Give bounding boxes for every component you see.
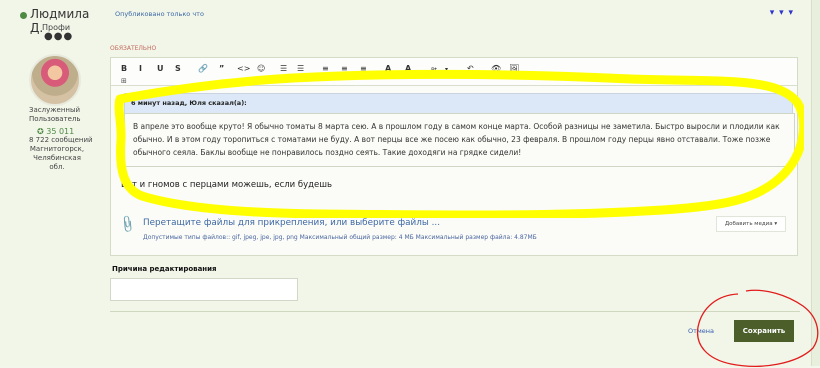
align-right-icon[interactable]: ≡: [360, 64, 367, 73]
add-media-button[interactable]: Добавить медиа ▾: [716, 216, 786, 232]
avatar[interactable]: [29, 54, 81, 106]
text-color-icon[interactable]: A: [385, 64, 391, 73]
edit-reason-input[interactable]: [110, 278, 298, 301]
user-status: Заслуженный Пользователь: [29, 106, 81, 123]
align-center-icon[interactable]: ≡: [341, 64, 348, 73]
attach-files-link[interactable]: Перетащите файлы для прикрепления, или в…: [143, 218, 440, 228]
align-left-icon[interactable]: ≡: [322, 64, 329, 73]
save-button[interactable]: Сохранить: [734, 320, 794, 342]
editor-toolbar: B I U S 🔗 ” <> ☺ ☰ ☰ ≡ ≡ ≡ A A Pt ▾ ↶ 👁 …: [111, 58, 797, 86]
user-score: ✪ 35 011: [37, 127, 75, 136]
page-scroll-edge: [811, 0, 820, 366]
edit-reason-label: Причина редактирования: [112, 265, 217, 273]
attach-file-rules: Допустимые типы файлов:: gif, jpeg, jpe,…: [143, 234, 537, 241]
code-icon[interactable]: <>: [237, 64, 250, 73]
underline-icon[interactable]: U: [157, 64, 164, 73]
quote-icon[interactable]: ”: [219, 64, 224, 73]
font-size-icon[interactable]: Pt: [431, 67, 437, 74]
chevron-down-icon[interactable]: ▾: [445, 66, 448, 73]
emoji-icon[interactable]: ☺: [257, 64, 265, 73]
user-location: Магнитогорск, Челябинская обл.: [29, 145, 85, 171]
background-color-icon[interactable]: A: [405, 64, 411, 73]
undo-icon[interactable]: ↶: [467, 64, 474, 73]
online-status-icon: [20, 12, 27, 19]
post-menu-icon[interactable]: ▾ ▾ ▾: [770, 8, 794, 18]
bullet-list-icon[interactable]: ☰: [280, 64, 287, 73]
image-icon[interactable]: 🖼: [509, 64, 519, 73]
form-divider: [110, 311, 800, 312]
strikethrough-icon[interactable]: S: [175, 64, 181, 73]
quoted-text: В апреле это вообще круто! Я обычно тома…: [124, 113, 795, 167]
required-label: ОБЯЗАТЕЛЬНО: [110, 45, 157, 52]
post-time[interactable]: Опубликовано только что: [115, 10, 204, 18]
user-rank-dots: ●●●: [44, 31, 74, 42]
quote-drag-handle-icon[interactable]: ⊞: [121, 77, 127, 85]
quote-header: 6 минут назад, Юля сказал(а):: [124, 93, 793, 114]
user-profile-column: Людмила Д. Профи ●●● Заслуженный Пользов…: [0, 0, 100, 366]
preview-icon[interactable]: 👁: [491, 64, 501, 73]
italic-icon[interactable]: I: [139, 64, 142, 73]
numbered-list-icon[interactable]: ☰: [297, 64, 304, 73]
user-message-count[interactable]: 8 722 сообщений: [29, 136, 93, 144]
reply-text[interactable]: Вот и гномов с перцами можешь, если буде…: [121, 180, 332, 190]
bold-icon[interactable]: B: [121, 64, 127, 73]
link-icon[interactable]: 🔗: [198, 64, 208, 73]
cancel-link[interactable]: Отмена: [688, 327, 714, 335]
